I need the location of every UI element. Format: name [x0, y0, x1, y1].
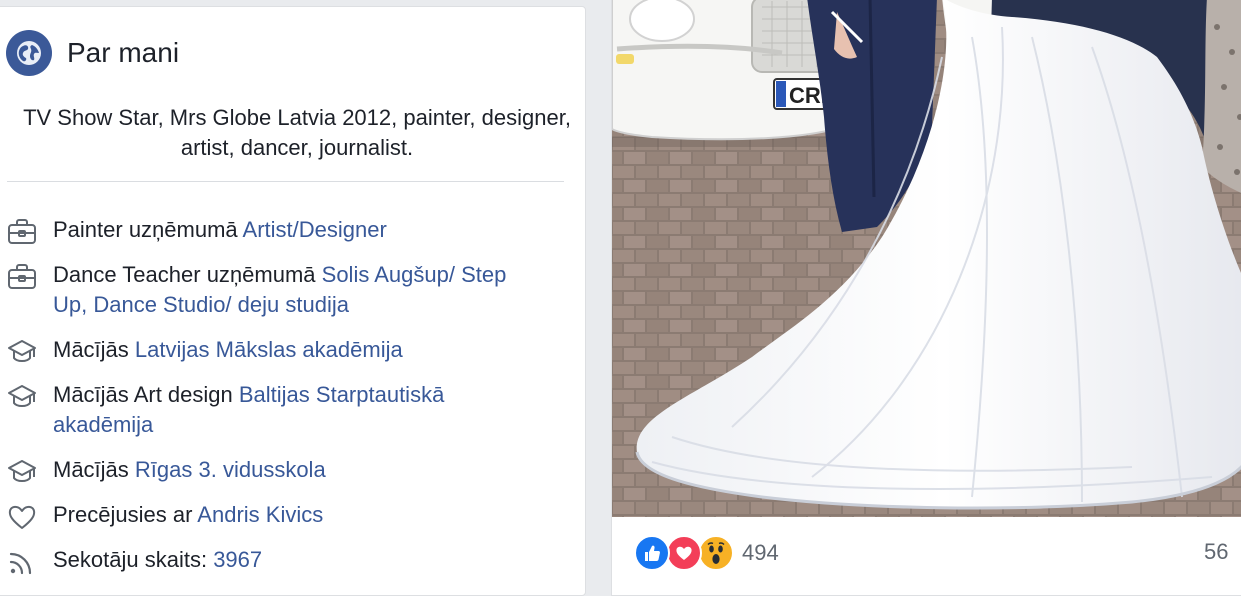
reactions-bar[interactable]: 494: [634, 535, 779, 571]
reaction-count[interactable]: 494: [742, 540, 779, 566]
info-row-text: Mācījās Art design: [53, 382, 239, 407]
like-reaction-icon[interactable]: [634, 535, 670, 571]
info-row-education-school: Mācījās Rīgas 3. vidusskola: [7, 455, 567, 487]
info-row-followers: Sekotāju skaits: 3967: [7, 545, 567, 577]
wow-reaction-icon[interactable]: [698, 535, 734, 571]
wedding-photo[interactable]: CRK: [612, 0, 1241, 517]
info-row-education-art-academy: Mācījās Latvijas Mākslas akadēmija: [7, 335, 567, 367]
info-row-text: Sekotāju skaits:: [53, 547, 214, 572]
about-title: Par mani: [67, 37, 180, 68]
love-reaction-icon[interactable]: [666, 535, 702, 571]
info-row-work-dance: Dance Teacher uzņēmumā Solis Augšup/ Ste…: [7, 260, 567, 320]
bio-text: TV Show Star, Mrs Globe Latvia 2012, pai…: [23, 105, 571, 160]
info-row-work-painter: Painter uzņēmumā Artist/Designer: [7, 215, 567, 247]
rss-feed-icon: [7, 547, 37, 577]
comments-count[interactable]: 56: [1204, 539, 1228, 565]
briefcase-icon: [7, 217, 37, 247]
company-link[interactable]: Artist/Designer: [243, 217, 387, 242]
info-row-text: Painter uzņēmumā: [53, 217, 243, 242]
info-row-relationship: Precējusies ar Andris Kivics: [7, 500, 567, 532]
school-link[interactable]: Latvijas Mākslas akadēmija: [135, 337, 403, 362]
graduation-cap-icon: [7, 337, 37, 367]
graduation-cap-icon: [7, 457, 37, 487]
spouse-link[interactable]: Andris Kivics: [197, 502, 323, 527]
about-card: Par mani TV Show Star, Mrs Globe Latvia …: [0, 6, 586, 596]
photo-post-card: CRK 494 56: [611, 0, 1241, 596]
graduation-cap-icon: [7, 382, 37, 412]
briefcase-icon: [7, 262, 37, 292]
divider: [7, 181, 564, 182]
info-row-text: Mācījās: [53, 337, 135, 362]
info-row-text: Dance Teacher uzņēmumā: [53, 262, 322, 287]
info-row-text: Mācījās: [53, 457, 135, 482]
globe-icon: [6, 30, 52, 76]
school-link[interactable]: Rīgas 3. vidusskola: [135, 457, 326, 482]
info-row-education-baltic-academy: Mācījās Art design Baltijas Starptautisk…: [7, 380, 567, 440]
about-header: Par mani: [6, 30, 179, 76]
heart-outline-icon: [7, 502, 37, 532]
followers-count-link[interactable]: 3967: [213, 547, 262, 572]
info-row-text: Precējusies ar: [53, 502, 198, 527]
